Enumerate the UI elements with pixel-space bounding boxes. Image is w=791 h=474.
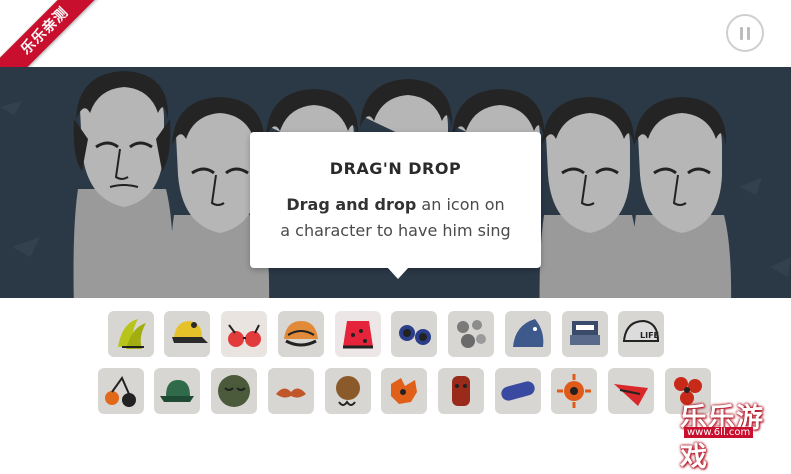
fish-mask-icon[interactable] [505,311,551,357]
character [539,97,640,298]
red-glasses-icon[interactable] [221,311,267,357]
orange-hat-icon[interactable] [278,311,324,357]
pause-button[interactable] [726,14,764,52]
sleepy-face-icon[interactable] [211,368,257,414]
bananas-icon[interactable] [108,311,154,357]
top-bar [0,0,791,67]
red-totem-icon[interactable] [438,368,484,414]
character [631,97,732,298]
red-fez-icon[interactable] [335,311,381,357]
mustache-icon[interactable] [268,368,314,414]
orange-splat-icon[interactable] [381,368,427,414]
blue-tube-icon[interactable] [495,368,541,414]
character [73,71,174,298]
tooltip-text-line2: a character to have him sing [280,221,511,240]
blue-goggles-icon[interactable] [391,311,437,357]
orange-sun-icon[interactable] [551,368,597,414]
tooltip-bold-text: Drag and drop [286,195,417,214]
orange-cherries-icon[interactable] [98,368,144,414]
watermark-url: www.6ll.com [684,427,754,438]
robot-mask-icon[interactable] [562,311,608,357]
yellow-cap-icon[interactable] [164,311,210,357]
svg-text:LIFE: LIFE [640,331,659,340]
life-helmet-icon[interactable]: LIFE [618,311,664,357]
tooltip-text: Drag and drop an icon on a character to h… [260,192,531,244]
tooltip-text-rest: an icon on [416,195,505,214]
red-wing-icon[interactable] [608,368,654,414]
brown-curls-icon[interactable] [325,368,371,414]
drag-drop-tooltip: DRAG'N DROP Drag and drop an icon on a ch… [250,132,541,279]
tooltip-arrow [387,267,409,279]
watermark: 乐乐游戏 www.6ll.com [676,396,791,473]
green-hat-icon[interactable] [154,368,200,414]
grey-bubbles-icon[interactable] [448,311,494,357]
pause-icon [740,26,743,40]
tooltip-title: DRAG'N DROP [329,159,462,178]
